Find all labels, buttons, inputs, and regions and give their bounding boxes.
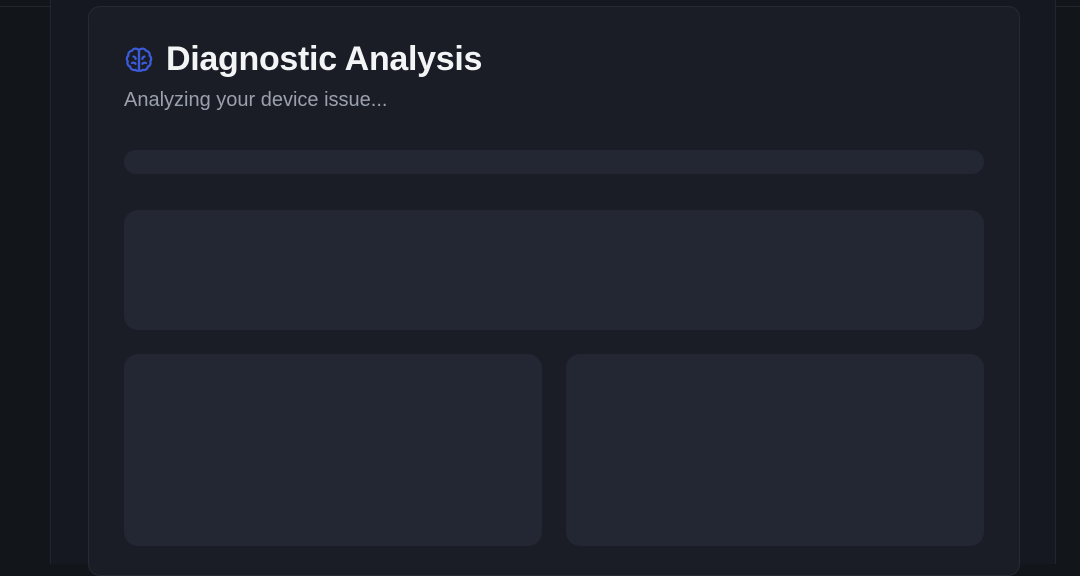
loading-detail-right-placeholder <box>566 354 984 546</box>
loading-progress-placeholder <box>124 150 984 174</box>
status-subtitle: Analyzing your device issue... <box>124 89 388 111</box>
loading-summary-placeholder <box>124 210 984 330</box>
diagnostic-header: Diagnostic Analysis <box>124 40 482 79</box>
page-title: Diagnostic Analysis <box>166 40 483 78</box>
brain-icon <box>124 45 154 75</box>
loading-detail-left-placeholder <box>124 354 542 546</box>
